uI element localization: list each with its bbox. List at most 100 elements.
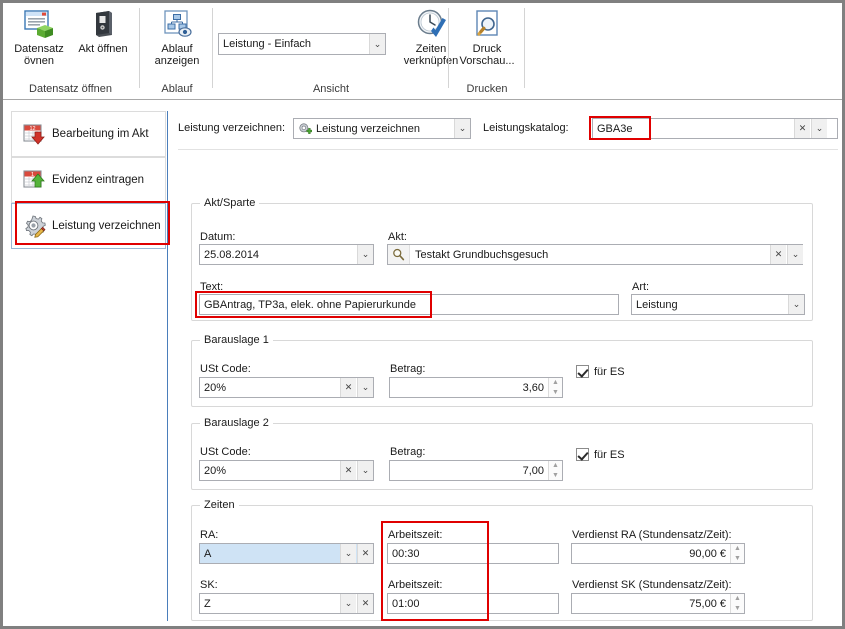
search-icon[interactable] xyxy=(388,245,410,264)
datensatz-oeffnen-button[interactable]: Datensatz övnen xyxy=(7,8,71,67)
view-select-combo[interactable]: Leistung - Einfach xyxy=(218,33,386,55)
ra-verdienst-label: Verdienst RA (Stundensatz/Zeit): xyxy=(572,529,732,541)
group-title-barauslage-2: Barauslage 2 xyxy=(200,417,273,429)
record-open-icon xyxy=(23,8,55,40)
sidebar-item-label-leistung: Leistung verzeichnen xyxy=(52,220,161,232)
view-select-dropdown-icon[interactable]: ⌄ xyxy=(369,34,385,54)
akt-clear-button[interactable]: ✕ xyxy=(770,245,786,264)
barauslage1-betrag-input[interactable]: 3,60 xyxy=(389,377,563,398)
action-combo-label: Leistung verzeichnen: xyxy=(178,122,285,134)
checkbox-checked-icon xyxy=(576,365,589,378)
sk-verdienst-label: Verdienst SK (Stundensatz/Zeit): xyxy=(572,579,732,591)
spin-up-icon[interactable]: ▲ xyxy=(731,544,744,554)
sk-verdienst-input[interactable]: 75,00 € xyxy=(571,593,745,614)
sidebar-item-evidenz-eintragen[interactable]: 1 Evidenz eintragen xyxy=(11,157,166,203)
application-window: Datensatz övnen Akt öffnen Datensatz öff… xyxy=(0,0,845,629)
ra-verdienst-stepper[interactable]: ▲ ▼ xyxy=(730,544,744,563)
ra-label: RA: xyxy=(200,529,218,541)
ribbon-group-label-drucken: Drucken xyxy=(451,83,523,95)
sk-verdienst-stepper[interactable]: ▲ ▼ xyxy=(730,594,744,613)
art-combo[interactable]: Leistung xyxy=(631,294,805,315)
spin-down-icon[interactable]: ▼ xyxy=(731,554,744,564)
datum-value: 25.08.2014 xyxy=(204,249,259,261)
sidebar-divider xyxy=(167,111,168,621)
ablauf-anzeigen-button[interactable]: Ablauf anzeigen xyxy=(145,8,209,67)
sk-verdienst-value: 75,00 € xyxy=(689,598,726,610)
spin-down-icon[interactable]: ▼ xyxy=(549,471,562,481)
spin-down-icon[interactable]: ▼ xyxy=(549,388,562,398)
akt-oeffnen-button[interactable]: Akt öffnen xyxy=(71,8,135,55)
sidebar-item-leistung-verzeichnen[interactable]: Leistung verzeichnen xyxy=(11,203,166,249)
druck-vorschau-button[interactable]: Druck Vorschau... xyxy=(453,8,521,67)
barauslage2-ust-dropdown-icon[interactable]: ⌄ xyxy=(357,461,373,480)
spin-up-icon[interactable]: ▲ xyxy=(549,461,562,471)
barauslage2-betrag-input[interactable]: 7,00 xyxy=(389,460,563,481)
ribbon-separator-1 xyxy=(139,8,140,88)
barauslage1-ust-value: 20% xyxy=(204,382,226,394)
barauslage1-ust-dropdown-icon[interactable]: ⌄ xyxy=(357,378,373,397)
akt-value: Testakt Grundbuchsgesuch xyxy=(415,249,548,261)
sidebar-item-label-bearbeitung: Bearbeitung im Akt xyxy=(52,128,149,140)
barauslage2-betrag-stepper[interactable]: ▲ ▼ xyxy=(548,461,562,480)
close-icon: ✕ xyxy=(345,382,353,393)
chevron-down-icon: ⌄ xyxy=(816,123,824,134)
barauslage2-betrag-value: 7,00 xyxy=(523,465,544,477)
akt-label: Akt: xyxy=(388,231,407,243)
ra-verdienst-input[interactable]: 90,00 € xyxy=(571,543,745,564)
sidebar-item-bearbeitung-im-akt[interactable]: 12 Bearbeitung im Akt xyxy=(11,111,166,157)
ribbon-group-ablauf: Ablauf anzeigen Ablauf xyxy=(143,5,211,98)
datum-input[interactable]: 25.08.2014 xyxy=(199,244,374,265)
sk-arbeitszeit-input[interactable]: 01:00 xyxy=(387,593,559,614)
akt-input[interactable]: Testakt Grundbuchsgesuch xyxy=(387,244,803,265)
ra-arbeitszeit-label: Arbeitszeit: xyxy=(388,529,442,541)
ablauf-anzeigen-label: Ablauf anzeigen xyxy=(145,43,209,67)
sk-label: SK: xyxy=(200,579,218,591)
chevron-down-icon: ⌄ xyxy=(792,249,800,260)
spin-up-icon[interactable]: ▲ xyxy=(549,378,562,388)
action-combo-dropdown-icon[interactable]: ⌄ xyxy=(454,119,470,138)
chevron-down-icon: ⌄ xyxy=(362,249,370,260)
text-value: GBAntrag, TP3a, elek. ohne Papierurkunde xyxy=(204,299,416,311)
akt-dropdown-icon[interactable]: ⌄ xyxy=(787,245,803,264)
barauslage2-ust-clear-button[interactable]: ✕ xyxy=(340,461,356,480)
sidebar-navigation: 12 Bearbeitung im Akt 1 xyxy=(11,111,166,621)
close-icon: ✕ xyxy=(799,123,807,134)
barauslage2-ust-label: USt Code: xyxy=(200,446,251,458)
text-label: Text: xyxy=(200,281,223,293)
svg-text:12: 12 xyxy=(29,126,35,132)
ribbon-group-drucken: Druck Vorschau... Drucken xyxy=(451,5,523,98)
spin-down-icon[interactable]: ▼ xyxy=(731,604,744,614)
sk-dropdown-icon[interactable]: ⌄ xyxy=(340,594,356,613)
ribbon-group-label-ansicht: Ansicht xyxy=(215,83,447,95)
barauslage2-fuer-es-checkbox[interactable]: für ES xyxy=(576,448,625,461)
group-title-akt-sparte: Akt/Sparte xyxy=(200,197,259,209)
action-combo[interactable]: Leistung verzeichnen xyxy=(293,118,471,139)
art-dropdown-icon[interactable]: ⌄ xyxy=(788,295,804,314)
barauslage1-betrag-stepper[interactable]: ▲ ▼ xyxy=(548,378,562,397)
druck-vorschau-label: Druck Vorschau... xyxy=(453,43,521,67)
ribbon-separator-2 xyxy=(212,8,213,88)
sk-arbeitszeit-label: Arbeitszeit: xyxy=(388,579,442,591)
text-input[interactable]: GBAntrag, TP3a, elek. ohne Papierurkunde xyxy=(199,294,619,315)
ra-verdienst-value: 90,00 € xyxy=(689,548,726,560)
ra-clear-button[interactable]: ✕ xyxy=(357,544,373,563)
action-combo-value: Leistung verzeichnen xyxy=(316,123,420,135)
catalog-clear-button[interactable]: ✕ xyxy=(794,119,810,138)
barauslage1-fuer-es-label: für ES xyxy=(594,366,625,378)
datum-dropdown-icon[interactable]: ⌄ xyxy=(357,245,373,264)
ribbon-group-label-datensatz: Datensatz öffnen xyxy=(3,83,138,95)
barauslage1-fuer-es-checkbox[interactable]: für ES xyxy=(576,365,625,378)
barauslage1-ust-clear-button[interactable]: ✕ xyxy=(340,378,356,397)
catalog-dropdown-icon[interactable]: ⌄ xyxy=(811,119,827,138)
calendar-down-arrow-icon: 12 xyxy=(22,122,46,146)
sk-clear-button[interactable]: ✕ xyxy=(357,594,373,613)
ribbon-group-label-ablauf: Ablauf xyxy=(143,83,211,95)
catalog-label: Leistungskatalog: xyxy=(483,122,569,134)
ra-arbeitszeit-input[interactable]: 00:30 xyxy=(387,543,559,564)
chevron-down-icon: ⌄ xyxy=(345,548,353,559)
spin-up-icon[interactable]: ▲ xyxy=(731,594,744,604)
ra-dropdown-icon[interactable]: ⌄ xyxy=(340,544,356,563)
sidebar-item-label-evidenz: Evidenz eintragen xyxy=(52,174,144,186)
calendar-up-arrow-icon: 1 xyxy=(22,168,46,192)
chevron-down-icon: ⌄ xyxy=(793,299,801,310)
